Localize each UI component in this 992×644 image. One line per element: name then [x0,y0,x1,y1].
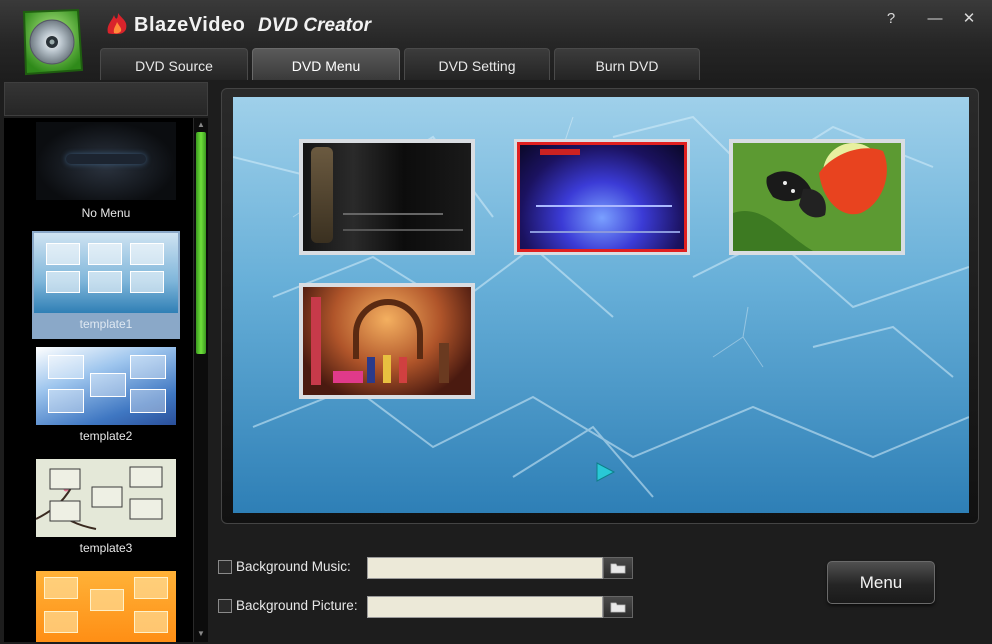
tab-dvd-menu[interactable]: DVD Menu [252,48,400,80]
menu-thumbnail-stage[interactable] [299,283,475,399]
template-label: No Menu [81,206,131,220]
background-picture-checkbox[interactable] [218,599,232,613]
folder-icon [610,563,626,574]
title-bar: BlazeVideo DVD Creator ? — ✕ DVD Source … [0,0,992,80]
close-button[interactable]: ✕ [958,8,980,30]
background-picture-label: Background Picture: [236,598,358,613]
folder-icon [610,602,626,613]
scroll-down-icon[interactable]: ▼ [196,629,206,639]
help-button[interactable]: ? [880,8,902,30]
menu-thumbnail-concert[interactable] [514,139,690,255]
tab-dvd-setting[interactable]: DVD Setting [404,48,550,80]
template-label: template1 [79,317,133,331]
template2-thumbnail [36,347,176,425]
brand-name: BlazeVideo [134,14,246,36]
menu-thumbnail-butterfly[interactable] [729,139,905,255]
template-item-template2[interactable]: template2 [32,347,180,443]
template-list-header [4,82,208,116]
product-name: DVD Creator [258,15,371,36]
background-music-checkbox[interactable] [218,560,232,574]
template3-thumbnail [36,459,176,537]
background-picture-browse-button[interactable] [603,596,633,618]
template4-thumbnail [36,571,176,642]
template-label: template3 [79,541,133,555]
tab-dvd-source[interactable]: DVD Source [100,48,248,80]
template-item-no-menu[interactable]: No Menu [32,122,180,220]
template-item-template4[interactable] [32,571,180,642]
flame-icon [107,13,127,34]
template-list: No Menu template1 template2 template3 [4,118,193,642]
play-icon[interactable] [594,461,616,483]
minimize-button[interactable]: — [924,8,946,30]
menu-button[interactable]: Menu [827,561,935,604]
template-item-template3[interactable]: template3 [32,459,180,555]
template-label: template2 [79,429,133,443]
scrollbar-thumb[interactable] [196,132,206,354]
scroll-up-icon[interactable]: ▲ [196,120,206,130]
background-picture-path-field[interactable] [367,596,603,618]
template1-thumbnail [34,233,178,313]
menu-thumbnail-dark-scene[interactable] [299,139,475,255]
template-scrollbar[interactable]: ▲ ▼ [193,118,208,642]
menu-preview-canvas [233,97,969,513]
background-music-label: Background Music: [236,559,351,574]
no-menu-thumbnail [36,122,176,200]
tab-burn-dvd[interactable]: Burn DVD [554,48,700,80]
background-music-browse-button[interactable] [603,557,633,579]
dvd-logo-icon [22,8,84,76]
background-music-path-field[interactable] [367,557,603,579]
template-item-template1[interactable]: template1 [32,231,180,339]
